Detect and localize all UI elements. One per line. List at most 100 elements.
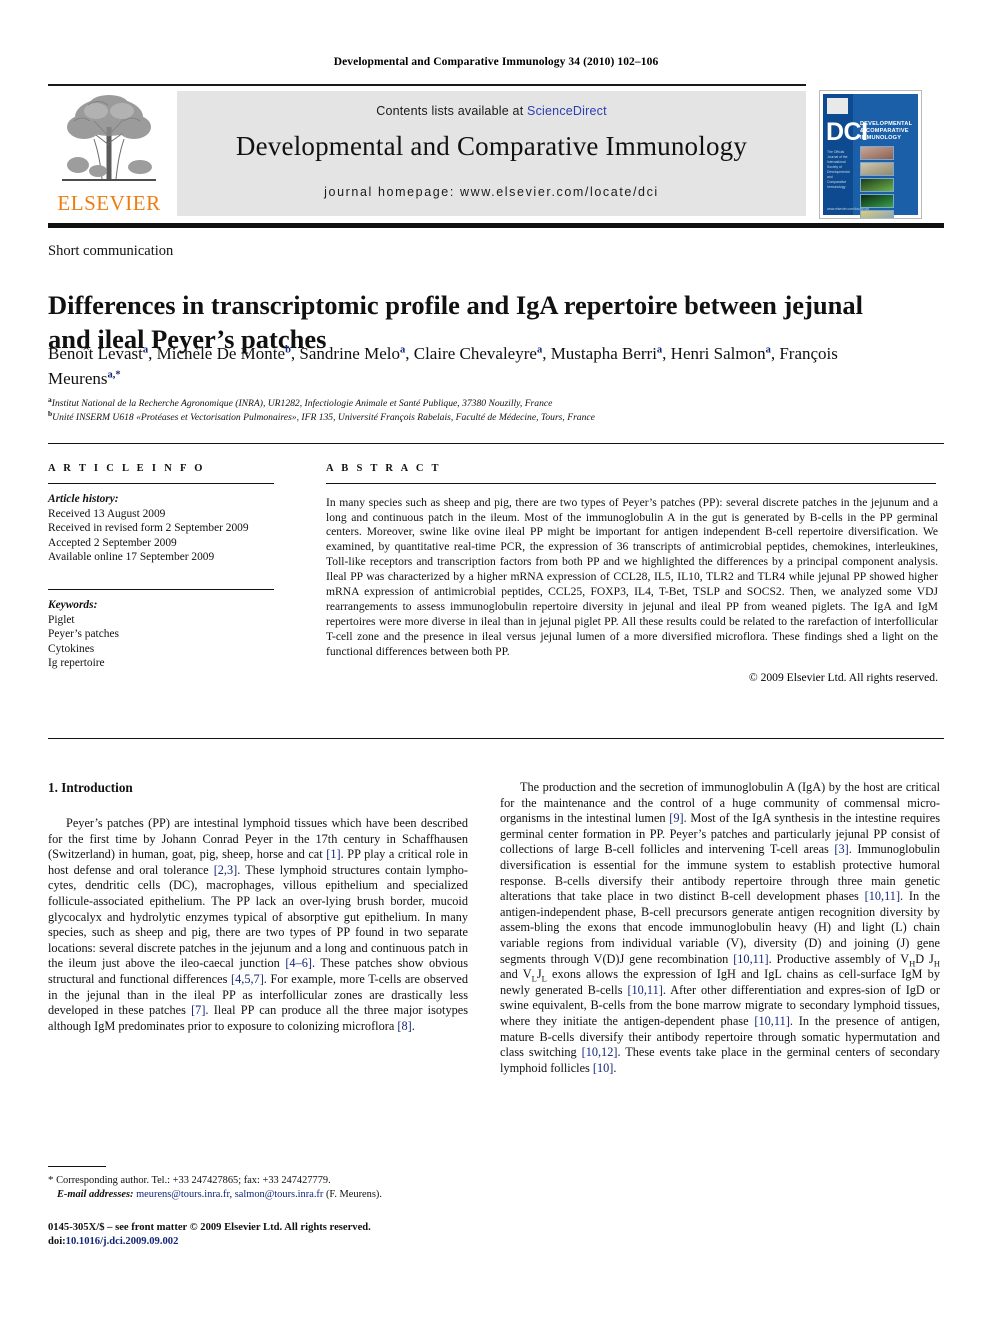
citation-link[interactable]: [4–6] <box>285 956 312 970</box>
keywords-label: Keywords: <box>48 598 98 611</box>
cover-thumb-3 <box>860 178 894 192</box>
keywords-block: Keywords: Piglet Peyer’s patches Cytokines… <box>48 598 296 671</box>
elsevier-wordmark: ELSEVIER <box>57 191 161 215</box>
subscript: L <box>541 973 547 984</box>
panel-top-rule <box>48 443 944 444</box>
article-info-heading: A R T I C L E I N F O <box>48 463 206 474</box>
citation-link[interactable]: [3] <box>834 842 848 856</box>
sciencedirect-link[interactable]: ScienceDirect <box>527 104 607 118</box>
author-affiliation-marker: a <box>142 344 149 356</box>
body-column-right: The production and the secretion of immu… <box>500 780 940 1076</box>
author-affiliation-marker: a <box>656 344 663 356</box>
abstract-copyright: © 2009 Elsevier Ltd. All rights reserved… <box>748 671 938 685</box>
footnote-marker: * <box>48 1174 54 1186</box>
subscript: H <box>909 957 916 968</box>
email-link-2[interactable]: salmon@tours.inra.fr <box>235 1189 324 1200</box>
article-info-divider <box>48 483 274 484</box>
citation-link[interactable]: [8] <box>397 1019 411 1033</box>
panel-bottom-rule <box>48 738 944 739</box>
citation-link[interactable]: [7] <box>191 1003 205 1017</box>
email-label: E-mail addresses: <box>57 1188 134 1200</box>
running-head: Developmental and Comparative Immunology… <box>333 56 659 68</box>
imprint-block: 0145-305X/$ – see front matter © 2009 El… <box>48 1221 548 1249</box>
cover-blurb: The Official Journal of the Internationa… <box>827 150 850 189</box>
citation-link[interactable]: [2,3] <box>214 863 238 877</box>
author-list: Benoît Levasta, Michèle De Monteb, Sandr… <box>48 344 838 388</box>
cover-artwork: DCI DEVELOPMENTAL & COMPARATIVE IMMUNOLO… <box>823 94 918 218</box>
intro-paragraph-right: The production and the secretion of immu… <box>500 780 941 1075</box>
abstract-heading: A B S T R A C T <box>326 463 442 474</box>
author-affiliation-marker: a,* <box>107 369 121 381</box>
citation-link[interactable]: [10] <box>593 1061 614 1075</box>
abstract-panel: A B S T R A C T In many species such as … <box>326 463 938 684</box>
issn-copyright-line: 0145-305X/$ – see front matter © 2009 El… <box>48 1222 371 1233</box>
email-suffix: (F. Meurens). <box>325 1188 382 1200</box>
author-name: Benoît Levast <box>48 344 143 363</box>
cover-thumb-4 <box>860 194 894 208</box>
author-name: Henri Salmon <box>670 344 766 363</box>
contents-prefix: Contents lists available at <box>376 104 528 118</box>
citation-link[interactable]: [10,11] <box>754 1014 789 1028</box>
keyword-item: Ig repertoire <box>48 657 105 670</box>
cover-footer-url: www.elsevier.com/locate/dci <box>827 207 870 211</box>
article-history-block: Article history: Received 13 August 2009… <box>48 492 296 565</box>
masthead-top-rule <box>48 84 806 86</box>
contents-list-line: Contents lists available at ScienceDirec… <box>177 104 806 118</box>
journal-cover-image: DCI DEVELOPMENTAL & COMPARATIVE IMMUNOLO… <box>819 90 922 219</box>
citation-link[interactable]: [9] <box>669 811 683 825</box>
cover-thumb-2 <box>860 162 894 176</box>
author-name: Mustapha Berri <box>550 344 657 363</box>
article-history-item: Received 13 August 2009 <box>48 507 166 520</box>
abstract-text: In many species such as sheep and pig, t… <box>326 495 938 658</box>
journal-article-page: Developmental and Comparative Immunology… <box>0 0 992 1323</box>
elsevier-tree-icon <box>54 91 164 189</box>
author-name: Claire Chevaleyre <box>413 344 537 363</box>
author-name: Sandrine Melo <box>299 344 400 363</box>
keyword-item: Piglet <box>48 613 75 626</box>
cover-thumb-1 <box>860 146 894 160</box>
masthead-bottom-rule <box>48 223 944 228</box>
journal-title: Developmental and Comparative Immunology <box>235 131 748 161</box>
intro-paragraph-left: Peyer’s patches (PP) are intestinal lymp… <box>48 816 468 1033</box>
citation-link[interactable]: [1] <box>326 847 340 861</box>
corresponding-author-line: * Corresponding author. Tel.: +33 247427… <box>48 1174 478 1188</box>
journal-masthead: ELSEVIER Contents lists available at Sci… <box>48 84 944 217</box>
doi-line: doi:10.1016/j.dci.2009.09.002 <box>48 1235 548 1249</box>
corresponding-author-footnote: * Corresponding author. Tel.: +33 247427… <box>48 1174 478 1201</box>
article-history-item: Accepted 2 September 2009 <box>48 536 177 549</box>
citation-link[interactable]: [4,5,7] <box>231 972 264 986</box>
article-info-panel: A R T I C L E I N F O Article history: R… <box>48 463 296 671</box>
doi-link[interactable]: 10.1016/j.dci.2009.09.002 <box>66 1236 179 1247</box>
author-affiliation-marker: b <box>285 344 291 356</box>
subscript: H <box>933 957 940 968</box>
journal-band: Contents lists available at ScienceDirec… <box>177 91 806 216</box>
affiliation-item: bUnité INSERM U618 «Protéases et Vectori… <box>48 408 595 423</box>
email-link-1[interactable]: meurens@tours.inra.fr <box>136 1189 229 1200</box>
article-history-items: Received 13 August 2009 Received in revis… <box>48 507 296 565</box>
citation-link[interactable]: [10,11] <box>627 983 662 997</box>
keyword-item: Peyer’s patches <box>48 628 119 641</box>
elsevier-logo: ELSEVIER <box>50 91 168 216</box>
article-history-item: Received in revised form 2 September 200… <box>48 522 249 535</box>
email-line: E-mail addresses: meurens@tours.inra.fr,… <box>48 1188 478 1202</box>
article-history-item: Available online 17 September 2009 <box>48 551 215 564</box>
elsevier-mark-icon <box>827 98 848 114</box>
author-affiliation-marker: a <box>536 344 543 356</box>
corresponding-author-text: Corresponding author. Tel.: +33 24742786… <box>56 1175 331 1186</box>
cover-journal-title: DEVELOPMENTAL & COMPARATIVE IMMUNOLOGY <box>860 121 913 141</box>
citation-link[interactable]: [10,11] <box>733 952 768 966</box>
journal-homepage-line[interactable]: journal homepage: www.elsevier.com/locat… <box>177 185 806 199</box>
citation-link[interactable]: [10,12] <box>582 1045 618 1059</box>
cover-thumb-5 <box>860 210 894 218</box>
footnote-rule <box>48 1166 106 1167</box>
doi-prefix: doi: <box>48 1236 66 1248</box>
abstract-divider <box>326 483 936 484</box>
article-history-label: Article history: <box>48 493 119 505</box>
keyword-items: Piglet Peyer’s patches Cytokines Ig reperto… <box>48 613 296 671</box>
affiliation-list: aInstitut National de la Recherche Agron… <box>48 396 908 424</box>
author-affiliation-marker: a <box>765 344 771 356</box>
body-column-left: 1. Introduction Peyer’s patches (PP) are… <box>48 780 468 1034</box>
keyword-item: Cytokines <box>48 642 95 655</box>
author-name: Michèle De Monte <box>156 344 286 363</box>
citation-link[interactable]: [10,11] <box>865 889 900 903</box>
